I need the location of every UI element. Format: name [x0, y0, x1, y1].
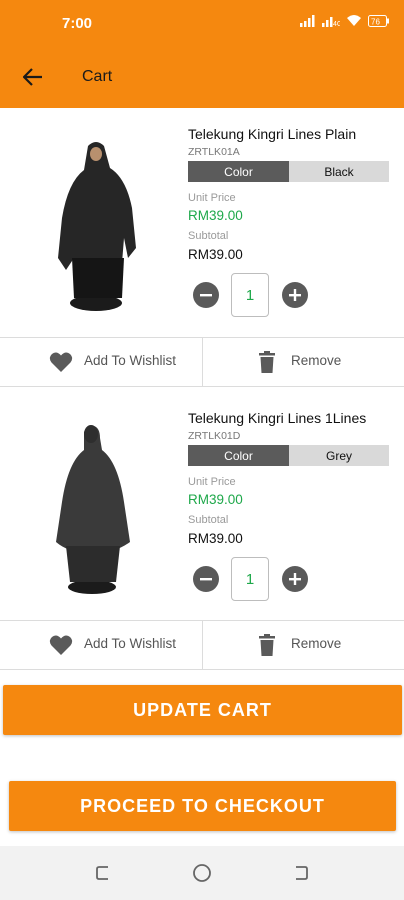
item-actions: Add To Wishlist Remove — [0, 337, 404, 387]
svg-text:4G: 4G — [333, 21, 340, 27]
heart-icon — [49, 352, 73, 372]
subtotal-value: RM39.00 — [188, 531, 243, 546]
svg-text:76: 76 — [371, 17, 380, 26]
variant-label: Color — [188, 161, 289, 182]
proceed-to-checkout-button[interactable]: PROCEED TO CHECKOUT — [9, 781, 396, 831]
telekung-grey-image — [56, 425, 130, 594]
variant-selector: Color Grey — [188, 445, 389, 466]
add-to-wishlist-button[interactable]: Add To Wishlist — [0, 338, 202, 386]
variant-label: Color — [188, 445, 289, 466]
product-name[interactable]: Telekung Kingri Lines 1Lines — [188, 410, 366, 426]
quantity-increase-button[interactable] — [282, 282, 308, 308]
item-actions: Add To Wishlist Remove — [0, 620, 404, 670]
trash-icon — [259, 351, 275, 373]
product-sku: ZRTLK01A — [188, 146, 240, 158]
remove-label: Remove — [291, 636, 342, 651]
quantity-input[interactable]: 1 — [231, 557, 269, 601]
product-sku: ZRTLK01D — [188, 430, 241, 442]
variant-value: Grey — [289, 445, 389, 466]
arrow-left-icon — [23, 68, 42, 86]
signal-2-icon: 4G — [322, 16, 340, 27]
remove-label: Remove — [291, 353, 342, 368]
header: Cart — [0, 46, 404, 108]
signal-icon — [300, 14, 315, 27]
home-circle-icon[interactable] — [191, 862, 213, 884]
wishlist-label: Add To Wishlist — [84, 353, 177, 368]
plus-circle-icon — [289, 573, 301, 585]
quantity-decrease-button[interactable] — [193, 566, 219, 592]
status-bar: 7:00 4G 76 — [0, 0, 404, 46]
trash-icon — [259, 634, 275, 656]
variant-selector: Color Black — [188, 161, 389, 182]
app-top-bar: 7:00 4G 76 Cart — [0, 0, 404, 108]
back-nav-icon[interactable] — [289, 862, 311, 884]
page-title: Cart — [82, 68, 113, 85]
minus-circle-icon — [200, 294, 212, 297]
wishlist-label: Add To Wishlist — [84, 636, 177, 651]
product-name[interactable]: Telekung Kingri Lines Plain — [188, 126, 356, 142]
remove-button[interactable]: Remove — [202, 338, 404, 386]
wifi-icon — [347, 15, 361, 26]
status-time: 7:00 — [62, 15, 93, 32]
battery-icon: 76 — [368, 14, 389, 27]
unit-price-label: Unit Price — [188, 192, 236, 204]
subtotal-label: Subtotal — [188, 230, 229, 242]
product-image[interactable] — [44, 138, 144, 318]
minus-circle-icon — [200, 578, 212, 581]
heart-icon — [49, 635, 73, 655]
unit-price: RM39.00 — [188, 492, 243, 507]
telekung-black-image — [58, 142, 136, 311]
product-image[interactable] — [44, 422, 144, 602]
unit-price-label: Unit Price — [188, 476, 236, 488]
quantity-decrease-button[interactable] — [193, 282, 219, 308]
subtotal-label: Subtotal — [188, 514, 229, 526]
unit-price: RM39.00 — [188, 208, 243, 223]
status-icons: 4G 76 — [300, 14, 390, 27]
add-to-wishlist-button[interactable]: Add To Wishlist — [0, 621, 202, 669]
subtotal-value: RM39.00 — [188, 247, 243, 262]
plus-circle-icon — [289, 289, 301, 301]
quantity-input[interactable]: 1 — [231, 273, 269, 317]
remove-button[interactable]: Remove — [202, 621, 404, 669]
update-cart-button[interactable]: UPDATE CART — [3, 685, 402, 735]
quantity-increase-button[interactable] — [282, 566, 308, 592]
recent-apps-icon[interactable] — [93, 862, 115, 884]
system-nav-bar — [0, 846, 404, 900]
variant-value: Black — [289, 161, 389, 182]
back-button[interactable] — [18, 62, 48, 92]
